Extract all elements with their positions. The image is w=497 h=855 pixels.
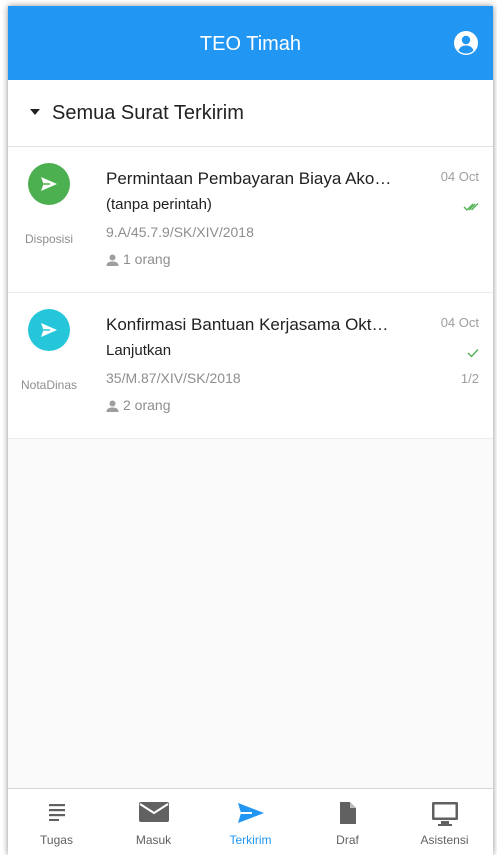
list-icon (48, 804, 65, 821)
section-dropdown[interactable]: Semua Surat Terkirim (8, 80, 493, 147)
nav-asistensi[interactable]: Asistensi (396, 789, 493, 855)
notadinas-avatar (28, 309, 70, 351)
letter-number: 9.A/45.7.9/SK/XIV/2018 (106, 224, 254, 240)
letter-subject: Konfirmasi Bantuan Kerjasama Okt… (106, 315, 389, 334)
nav-masuk[interactable]: Masuk (105, 789, 202, 855)
nav-draf[interactable]: Draf (299, 789, 396, 855)
letter-list: Disposisi Permintaan Pembayaran Biaya Ak… (8, 147, 493, 439)
app-bar: TEO Timah (8, 6, 493, 80)
nav-terkirim[interactable]: Terkirim (202, 789, 299, 855)
check-icon (467, 345, 479, 363)
caret-down-icon (30, 109, 40, 115)
send-icon (41, 177, 57, 191)
letter-instruction: Lanjutkan (106, 342, 172, 359)
account-circle-icon[interactable] (453, 30, 479, 56)
letter-instruction: (tanpa perintah) (106, 196, 212, 213)
send-icon (41, 323, 57, 337)
nav-label: Masuk (135, 833, 172, 847)
app-screen: TEO Timah Semua Surat Terkirim Disposisi… (8, 6, 493, 855)
page-count: 1/2 (460, 371, 479, 386)
double-check-icon (463, 199, 479, 217)
recipients: 1 orang (106, 251, 170, 267)
send-icon (237, 803, 264, 823)
nav-tugas[interactable]: Tugas (8, 789, 105, 855)
file-icon (339, 802, 356, 824)
disposisi-avatar (28, 163, 70, 205)
letter-item-disposisi[interactable]: Disposisi Permintaan Pembayaran Biaya Ak… (8, 147, 493, 293)
section-title: Semua Surat Terkirim (52, 102, 244, 124)
mail-icon (138, 802, 169, 822)
letter-subject: Permintaan Pembayaran Biaya Ako… (106, 169, 392, 188)
recipients-count: 2 orang (123, 397, 171, 413)
letter-date: 04 Oct (440, 315, 479, 330)
letter-date: 04 Oct (440, 169, 479, 184)
letter-number: 35/M.87/XIV/SK/2018 (106, 370, 241, 386)
nav-label: Asistensi (420, 833, 469, 847)
recipients: 2 orang (106, 397, 170, 413)
person-icon (106, 254, 119, 266)
nav-label: Tugas (40, 833, 73, 847)
bottom-navigation: Tugas Masuk Terkirim Draf Asistensi (8, 788, 493, 855)
letter-type-label: Disposisi (24, 232, 73, 246)
person-icon (106, 400, 119, 412)
app-title: TEO Timah (199, 33, 302, 55)
monitor-icon (431, 802, 458, 826)
nav-label: Draf (336, 833, 359, 847)
recipients-count: 1 orang (123, 251, 171, 267)
nav-label: Terkirim (229, 833, 272, 847)
letter-item-notadinas[interactable]: NotaDinas Konfirmasi Bantuan Kerjasama O… (8, 293, 493, 439)
letter-type-label: NotaDinas (20, 378, 78, 392)
